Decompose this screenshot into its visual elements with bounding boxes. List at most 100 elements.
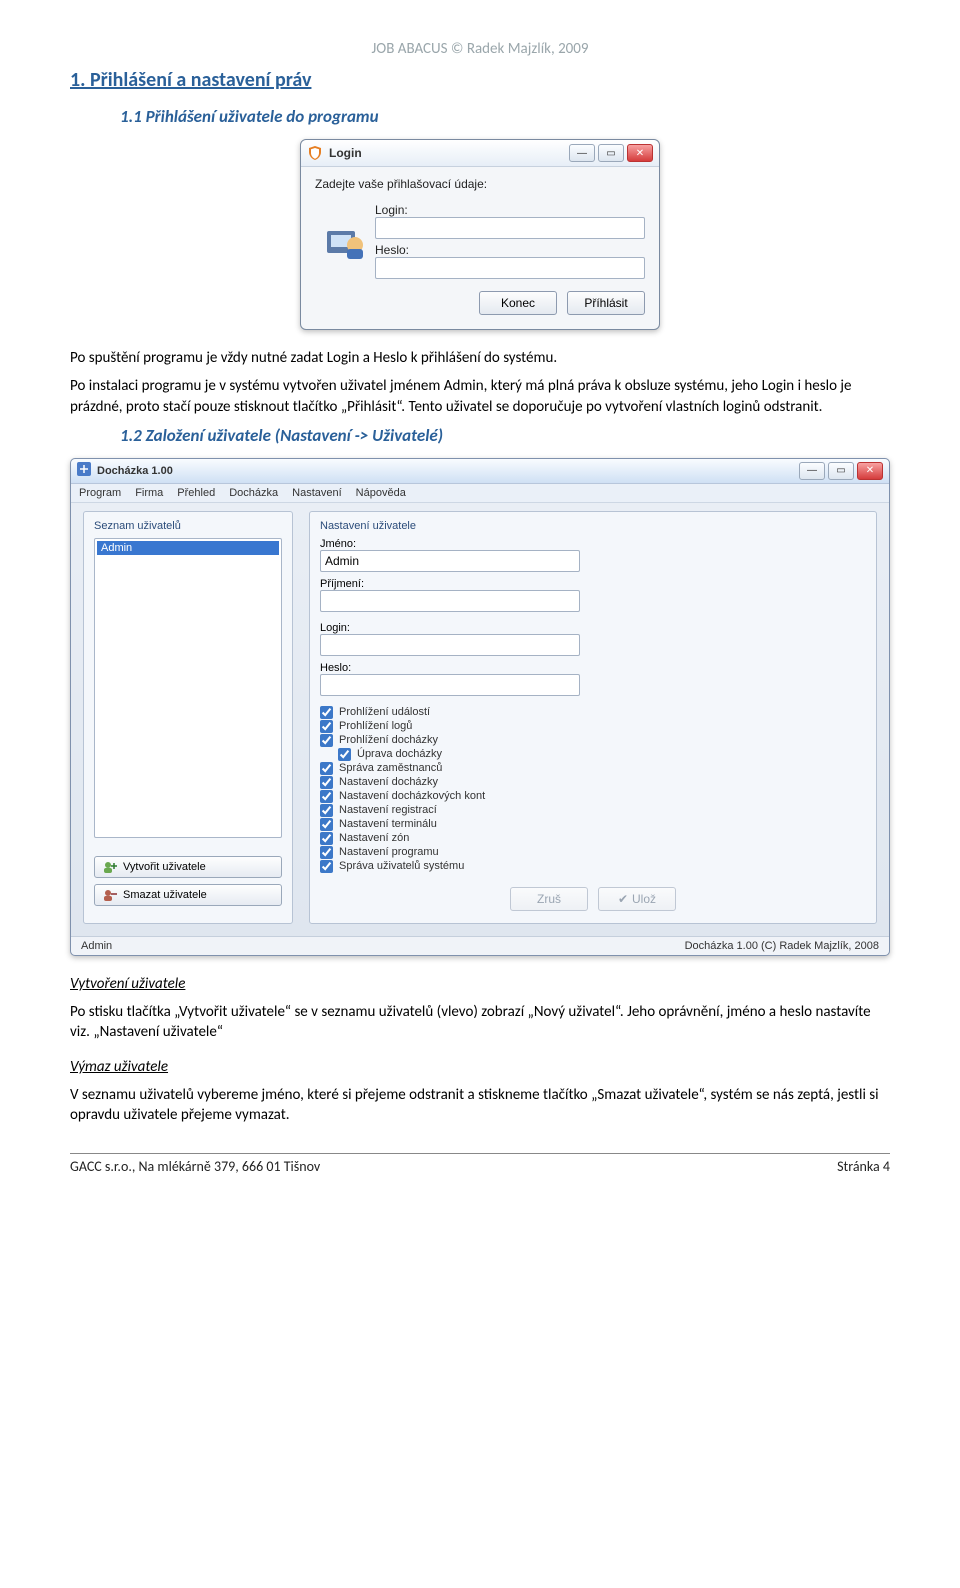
permission-row[interactable]: Nastavení docházkových kont bbox=[320, 790, 866, 803]
menu-napoveda[interactable]: Nápověda bbox=[356, 487, 406, 499]
menu-nastaveni[interactable]: Nastavení bbox=[292, 487, 342, 499]
exit-button[interactable]: Konec bbox=[479, 291, 557, 315]
create-user-label: Vytvořit uživatele bbox=[123, 861, 206, 873]
login-title: Login bbox=[329, 146, 362, 160]
app-minimize-button[interactable]: — bbox=[799, 462, 825, 480]
permission-checkbox[interactable] bbox=[320, 818, 333, 831]
save-button[interactable]: ✔ Ulož bbox=[598, 887, 676, 911]
label-login: Login: bbox=[320, 622, 866, 634]
permission-row[interactable]: Prohlížení docházky bbox=[320, 734, 866, 747]
permission-checkbox[interactable] bbox=[320, 860, 333, 873]
status-right: Docházka 1.00 (C) Radek Majzlík, 2008 bbox=[685, 940, 879, 952]
maximize-button[interactable]: ▭ bbox=[598, 144, 624, 162]
create-user-button[interactable]: Vytvořit uživatele bbox=[94, 856, 282, 878]
permission-row[interactable]: Úprava docházky bbox=[338, 748, 866, 761]
password-input[interactable] bbox=[375, 257, 645, 279]
user-list-title: Seznam uživatelů bbox=[94, 520, 282, 532]
label-heslo: Heslo: bbox=[320, 662, 866, 674]
app-maximize-button[interactable]: ▭ bbox=[828, 462, 854, 480]
permission-checkbox[interactable] bbox=[320, 734, 333, 747]
permission-checkbox[interactable] bbox=[320, 720, 333, 733]
permission-row[interactable]: Prohlížení logů bbox=[320, 720, 866, 733]
user-settings-panel: Nastavení uživatele Jméno: Příjmení: Log… bbox=[309, 511, 877, 924]
create-user-heading: Vytvoření uživatele bbox=[70, 975, 185, 993]
login-label: Login: bbox=[375, 203, 645, 217]
create-user-para: Po stisku tlačítka „Vytvořit uživatele“ … bbox=[70, 1002, 890, 1043]
menubar: Program Firma Přehled Docházka Nastavení… bbox=[71, 484, 889, 503]
menu-program[interactable]: Program bbox=[79, 487, 121, 499]
permission-checkbox[interactable] bbox=[338, 748, 351, 761]
doc-header: JOB ABACUS © Radek Majzlík, 2009 bbox=[70, 40, 890, 58]
input-prijmeni[interactable] bbox=[320, 590, 580, 612]
permission-row[interactable]: Nastavení terminálu bbox=[320, 818, 866, 831]
user-list-item-selected[interactable]: Admin bbox=[97, 541, 279, 555]
login-window: Login — ▭ ✕ Zadejte vaše přihlašovací úd… bbox=[300, 139, 660, 330]
subsection-1-1: 1.1 Přihlášení uživatele do programu bbox=[120, 106, 890, 127]
menu-dochazka[interactable]: Docházka bbox=[229, 487, 278, 499]
footer-right: Stránka 4 bbox=[837, 1158, 890, 1175]
input-login[interactable] bbox=[320, 634, 580, 656]
delete-user-heading: Výmaz uživatele bbox=[70, 1058, 168, 1076]
menu-firma[interactable]: Firma bbox=[135, 487, 163, 499]
login-titlebar: Login — ▭ ✕ bbox=[301, 140, 659, 167]
login-user-icon bbox=[315, 209, 375, 269]
permission-row[interactable]: Správa uživatelů systému bbox=[320, 860, 866, 873]
permission-checkbox[interactable] bbox=[320, 804, 333, 817]
delete-user-label: Smazat uživatele bbox=[123, 889, 207, 901]
input-heslo[interactable] bbox=[320, 674, 580, 696]
input-jmeno[interactable] bbox=[320, 550, 580, 572]
menu-prehled[interactable]: Přehled bbox=[177, 487, 215, 499]
permission-checkbox[interactable] bbox=[320, 790, 333, 803]
permission-label: Prohlížení logů bbox=[339, 720, 412, 732]
permission-checkbox[interactable] bbox=[320, 762, 333, 775]
user-settings-title: Nastavení uživatele bbox=[320, 520, 866, 532]
permission-label: Nastavení zón bbox=[339, 832, 409, 844]
statusbar: Admin Docházka 1.00 (C) Radek Majzlík, 2… bbox=[71, 936, 889, 955]
permission-label: Nastavení docházkových kont bbox=[339, 790, 485, 802]
permission-row[interactable]: Nastavení programu bbox=[320, 846, 866, 859]
permission-label: Správa uživatelů systému bbox=[339, 860, 464, 872]
section-title: 1. Přihlášení a nastavení práv bbox=[70, 68, 890, 92]
user-list[interactable]: Admin bbox=[94, 538, 282, 838]
user-list-panel: Seznam uživatelů Admin Vytvořit uživatel… bbox=[83, 511, 293, 924]
footer-rule bbox=[70, 1153, 890, 1154]
delete-user-button[interactable]: Smazat uživatele bbox=[94, 884, 282, 906]
permission-row[interactable]: Nastavení zón bbox=[320, 832, 866, 845]
permission-label: Nastavení docházky bbox=[339, 776, 438, 788]
login-input[interactable] bbox=[375, 217, 645, 239]
permission-checkbox[interactable] bbox=[320, 846, 333, 859]
permission-label: Správa zaměstnanců bbox=[339, 762, 442, 774]
cancel-button[interactable]: Zruš bbox=[510, 887, 588, 911]
app-title: Docházka 1.00 bbox=[97, 465, 173, 477]
save-label: Ulož bbox=[632, 892, 656, 906]
app-close-button[interactable]: ✕ bbox=[857, 462, 883, 480]
status-user: Admin bbox=[81, 940, 112, 952]
app-titlebar: Docházka 1.00 — ▭ ✕ bbox=[71, 459, 889, 484]
login-button[interactable]: Příhlásit bbox=[567, 291, 645, 315]
permission-checkbox[interactable] bbox=[320, 776, 333, 789]
subsection-1-2: 1.2 Založení uživatele (Nastavení -> Uži… bbox=[120, 425, 890, 446]
permission-row[interactable]: Prohlížení událostí bbox=[320, 706, 866, 719]
footer-left: GACC s.r.o., Na mlékárně 379, 666 01 Tiš… bbox=[70, 1158, 320, 1175]
permission-label: Nastavení programu bbox=[339, 846, 439, 858]
para-1: Po spuštění programu je vždy nutné zadat… bbox=[70, 348, 890, 368]
shield-icon bbox=[307, 145, 323, 161]
minimize-button[interactable]: — bbox=[569, 144, 595, 162]
delete-user-para: V seznamu uživatelů vybereme jméno, kter… bbox=[70, 1085, 890, 1126]
password-label: Heslo: bbox=[375, 243, 645, 257]
close-button[interactable]: ✕ bbox=[627, 144, 653, 162]
permission-label: Nastavení registrací bbox=[339, 804, 437, 816]
app-icon bbox=[77, 462, 91, 479]
permission-label: Prohlížení událostí bbox=[339, 706, 430, 718]
app-window: Docházka 1.00 — ▭ ✕ Program Firma Přehle… bbox=[70, 458, 890, 956]
login-prompt: Zadejte vaše přihlašovací údaje: bbox=[315, 177, 645, 191]
permission-row[interactable]: Nastavení docházky bbox=[320, 776, 866, 789]
permission-checkbox[interactable] bbox=[320, 706, 333, 719]
permission-row[interactable]: Nastavení registrací bbox=[320, 804, 866, 817]
save-icon: ✔ bbox=[618, 892, 628, 906]
permission-label: Nastavení terminálu bbox=[339, 818, 437, 830]
permissions-list: Prohlížení událostí Prohlížení logů Prohlí… bbox=[320, 706, 866, 873]
label-prijmeni: Příjmení: bbox=[320, 578, 866, 590]
permission-row[interactable]: Správa zaměstnanců bbox=[320, 762, 866, 775]
permission-checkbox[interactable] bbox=[320, 832, 333, 845]
